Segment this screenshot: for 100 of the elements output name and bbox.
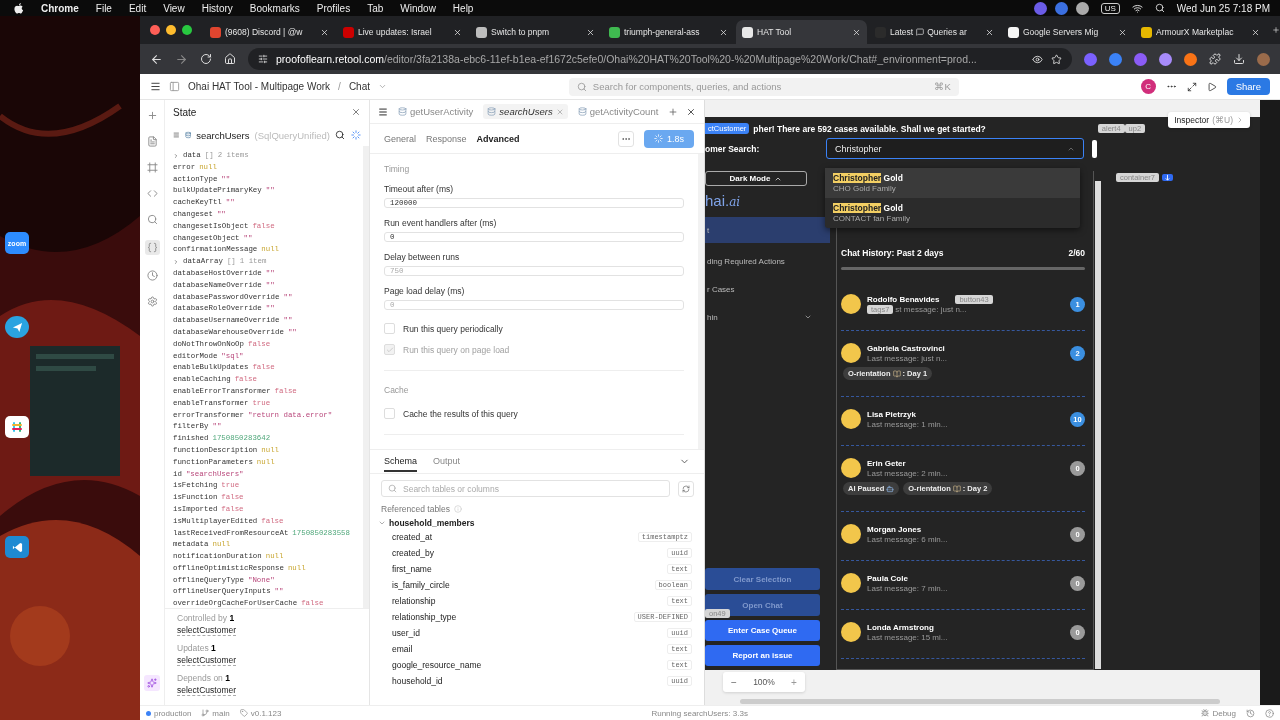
state-tab[interactable] (144, 240, 160, 255)
close-tab-icon[interactable] (320, 27, 329, 37)
resize-handle[interactable] (1092, 139, 1097, 158)
query-tab[interactable]: getActivityCount (573, 104, 663, 119)
code-editor-icon[interactable] (5, 536, 29, 558)
close-icon[interactable] (686, 106, 696, 117)
close-tab-icon[interactable] (453, 27, 462, 37)
dependency-link[interactable]: selectCustomer (177, 625, 237, 636)
expand-icon[interactable] (1186, 81, 1197, 92)
zoom-out-button[interactable]: − (731, 676, 737, 688)
scrollbar[interactable] (740, 699, 1220, 704)
back-icon[interactable] (150, 52, 163, 66)
checkbox[interactable] (384, 323, 395, 334)
sidebar-toggle-icon[interactable] (169, 81, 180, 92)
close-tab-icon[interactable] (985, 27, 994, 37)
status-icons[interactable] (1033, 1, 1089, 15)
menu-item[interactable]: Window (400, 2, 436, 14)
extension-icon[interactable] (1134, 52, 1147, 66)
checkbox[interactable] (384, 408, 395, 419)
browser-tab[interactable]: Google Servers Mig (1002, 20, 1133, 44)
extension-icon[interactable] (1184, 52, 1197, 66)
forward-icon[interactable] (175, 52, 188, 66)
section-tab[interactable]: General (384, 133, 417, 144)
checkbox-label[interactable]: Run this query periodically (384, 323, 684, 334)
close-tab-icon[interactable] (1118, 27, 1127, 37)
profile-avatar[interactable] (1257, 52, 1270, 66)
checkbox-label[interactable]: Cache the results of this query (384, 408, 684, 419)
arrow-down-icon[interactable] (1162, 174, 1174, 181)
site-settings-icon[interactable] (258, 54, 268, 64)
page-selector[interactable]: Chat (348, 81, 370, 92)
close-icon[interactable] (351, 107, 361, 117)
dependency-link[interactable]: selectCustomer (177, 685, 237, 696)
reload-icon[interactable] (200, 53, 212, 65)
hash-grid-icon[interactable] (5, 416, 29, 438)
environment-label[interactable]: production (146, 708, 192, 718)
action-button[interactable]: Report an issue (705, 645, 820, 666)
browser-tab[interactable]: Latest Queries ar (869, 20, 1000, 44)
app-title[interactable]: Ohai HAT Tool - Multipage Work (188, 81, 331, 92)
menu-item[interactable]: File (95, 2, 112, 14)
browser-tab[interactable]: ArmourX Marketplac (1135, 20, 1266, 44)
app-menu[interactable]: Chrome (41, 2, 79, 14)
preview-icon[interactable] (1206, 81, 1217, 92)
table-name[interactable]: household_members (370, 517, 704, 529)
branch-label[interactable]: main (201, 708, 230, 718)
home-icon[interactable] (224, 53, 236, 65)
download-icon[interactable] (1233, 53, 1245, 65)
scrollbar[interactable] (1095, 181, 1101, 669)
add-icon[interactable] (146, 110, 158, 121)
close-tab-icon[interactable] (719, 27, 728, 37)
version-label[interactable]: v0.1.123 (239, 708, 282, 718)
section-tab[interactable]: Response (426, 133, 467, 144)
zoom-window-button[interactable] (182, 25, 192, 35)
frame-icon[interactable] (146, 162, 158, 173)
settings-icon[interactable] (146, 296, 158, 307)
panel-tab[interactable]: Schema (384, 451, 418, 472)
menu-item[interactable]: View (163, 2, 185, 14)
browser-tab[interactable]: HAT Tool (736, 20, 867, 44)
menu-item[interactable]: Tab (367, 2, 384, 14)
browser-tab[interactable]: Switch to pnpm (470, 20, 601, 44)
query-tab[interactable]: getUserActivity (394, 104, 478, 119)
menu-item[interactable]: Edit (128, 2, 147, 14)
wifi-icon[interactable] (1131, 2, 1143, 14)
bookmark-star-icon[interactable] (1051, 53, 1062, 65)
close-tab-icon[interactable] (1251, 27, 1260, 37)
eye-icon[interactable] (1032, 53, 1043, 65)
search-icon[interactable] (335, 130, 345, 140)
share-button[interactable]: Share (1226, 78, 1270, 95)
extension-icon[interactable] (1109, 52, 1122, 66)
menu-item[interactable]: Profiles (316, 2, 351, 14)
dependency-link[interactable]: selectCustomer (177, 655, 237, 666)
menu-item[interactable]: Help (452, 2, 474, 14)
new-tab-icon[interactable] (1272, 24, 1280, 36)
scrollbar[interactable] (841, 267, 1085, 270)
inspector-button[interactable]: Inspector (⌘U) (1168, 112, 1250, 128)
user-avatar[interactable]: C (1140, 79, 1156, 94)
extension-icon[interactable] (1084, 52, 1097, 66)
extensions-icon[interactable] (1209, 53, 1221, 65)
menu-item[interactable]: History (201, 2, 233, 14)
debug-button[interactable]: Debug (1201, 708, 1236, 718)
query-tab[interactable]: searchUsers (483, 104, 568, 119)
nav-item[interactable]: t (705, 217, 830, 243)
input-source[interactable]: US (1100, 2, 1120, 14)
menu-clock[interactable]: Wed Jun 25 7:18 PM (1176, 2, 1270, 14)
address-bar[interactable]: proofoflearn.retool.com/editor/3fa2138a-ebc6-11ef-b1ea-ef1672c5efe0/Ohai%20HAT%20Tool%20-%20Multipage%20Work/Chat#_environment=prod... (248, 48, 1072, 70)
nav-item[interactable]: ding Required Actions (705, 247, 830, 275)
dark-mode-button[interactable]: Dark Mode (705, 171, 807, 186)
close-window-button[interactable] (150, 25, 160, 35)
panel-tab[interactable]: Output (433, 451, 461, 472)
dropdown-option[interactable]: Christopher Gold CHO Gold Family (825, 168, 1080, 198)
add-tab-icon[interactable] (668, 106, 679, 117)
close-tab-icon[interactable] (852, 27, 861, 37)
nav-item[interactable]: r Cases (705, 275, 830, 303)
minimize-window-button[interactable] (166, 25, 176, 35)
action-button[interactable]: Enter Case Queue (705, 620, 820, 641)
extension-icon[interactable] (1159, 52, 1172, 66)
section-tab[interactable]: Advanced (476, 133, 520, 144)
menu-item[interactable]: Bookmarks (249, 2, 300, 14)
assistant-button[interactable] (144, 675, 160, 691)
page-icon[interactable] (146, 136, 158, 147)
menu-icon[interactable] (150, 81, 161, 92)
